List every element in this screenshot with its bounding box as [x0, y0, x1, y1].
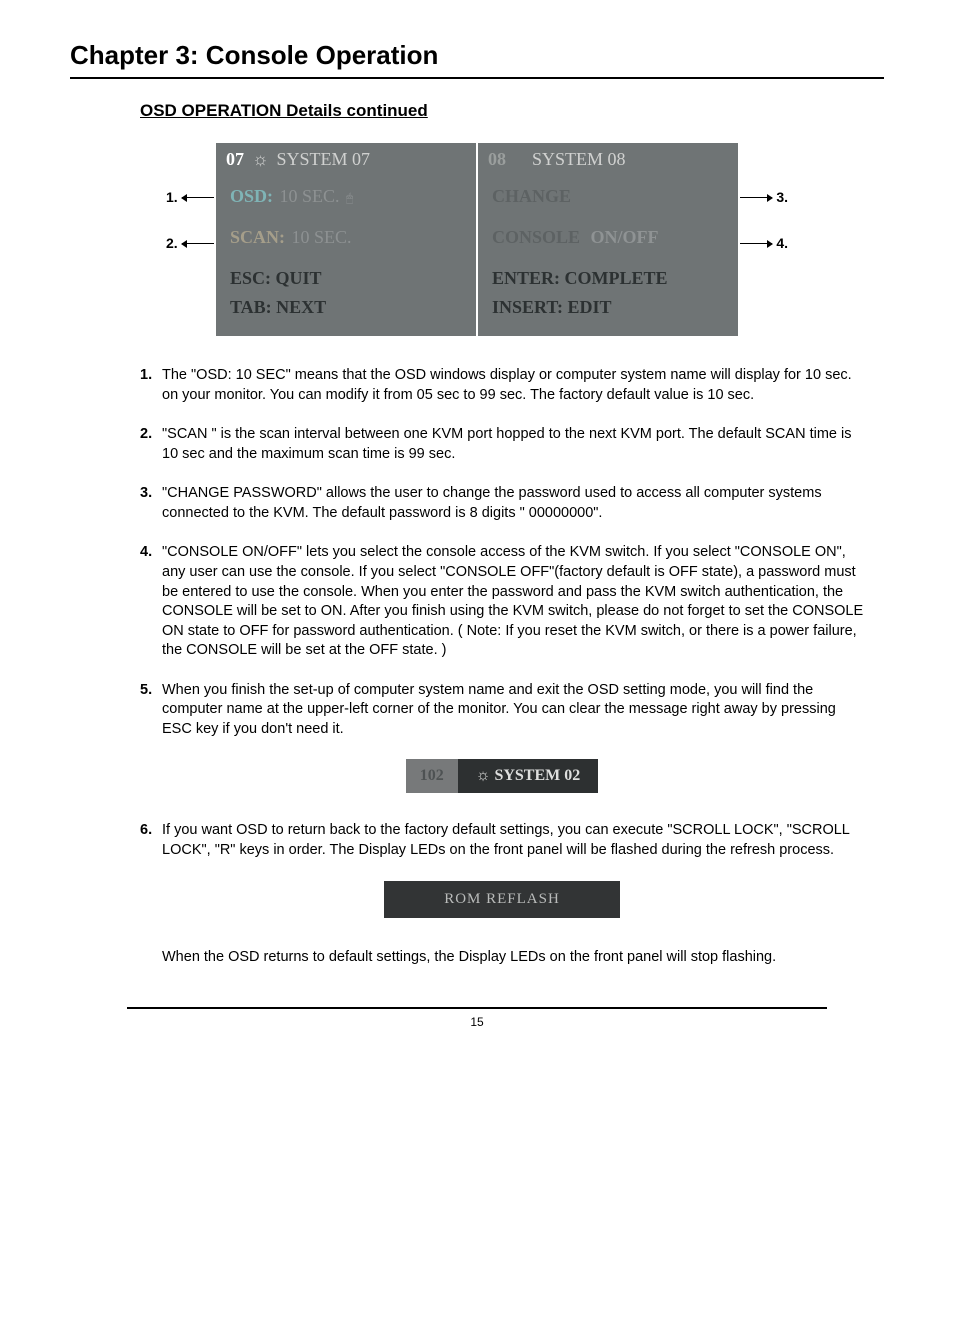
enter-complete: ENTER: COMPLETE: [478, 258, 738, 293]
callout-1: 1.: [166, 189, 214, 205]
list-item: 4. "CONSOLE ON/OFF" lets you select the …: [140, 543, 864, 660]
page-number: 15: [470, 1015, 483, 1029]
list-text: If you want OSD to return back to the fa…: [162, 821, 864, 860]
list-text: The "OSD: 10 SEC" means that the OSD win…: [162, 366, 864, 405]
small-osd-num: 102: [406, 759, 458, 793]
list-item: 2. "SCAN " is the scan interval between …: [140, 425, 864, 464]
list-num: 2.: [140, 425, 162, 464]
content-body: 1. The "OSD: 10 SEC" means that the OSD …: [140, 366, 864, 967]
callout-4: 4.: [740, 235, 788, 251]
rom-reflash-box: ROM REFLASH: [384, 881, 620, 918]
osd-right-header: SYSTEM 08: [532, 149, 626, 170]
insert-edit: INSERT: EDIT: [478, 293, 738, 326]
mouse-icon: 🖱: [346, 191, 353, 205]
list-num: 1.: [140, 366, 162, 405]
callout-2: 2.: [166, 235, 214, 251]
list-item: 3. "CHANGE PASSWORD" allows the user to …: [140, 484, 864, 523]
section-heading: OSD OPERATION Details continued: [140, 101, 884, 121]
osd-right-num: 08: [488, 149, 506, 170]
callout-3: 3.: [740, 189, 788, 205]
sun-icon: ☼: [252, 149, 269, 170]
page-footer: 15: [127, 1007, 827, 1029]
scan-value: 10 SEC.: [292, 227, 352, 247]
list-text: "SCAN " is the scan interval between one…: [162, 425, 864, 464]
list-item: 5. When you finish the set-up of compute…: [140, 681, 864, 740]
list-num: 5.: [140, 681, 162, 740]
osd-screenshot: 1. 2. 07 ☼ SYSTEM 07 OSD: 10 SEC. 🖱 SCAN…: [70, 143, 884, 336]
osd-left-header: SYSTEM 07: [277, 149, 371, 170]
tab-next: TAB: NEXT: [216, 293, 476, 326]
list-text: "CHANGE PASSWORD" allows the user to cha…: [162, 484, 864, 523]
osd-left-num: 07: [226, 149, 244, 170]
console-label: CONSOLE: [492, 227, 580, 247]
chapter-title: Chapter 3: Console Operation: [70, 40, 884, 79]
list-text: "CONSOLE ON/OFF" lets you select the con…: [162, 543, 864, 660]
osd-right-panel: 08 SYSTEM 08 CHANGE CONSOLE ON/OFF ENTER…: [478, 143, 738, 336]
list-item: 1. The "OSD: 10 SEC" means that the OSD …: [140, 366, 864, 405]
small-osd-text: ☼SYSTEM 02: [458, 759, 598, 793]
list-num: 6.: [140, 821, 162, 860]
esc-quit: ESC: QUIT: [216, 258, 476, 293]
scan-label: SCAN:: [230, 227, 285, 247]
rom-figure: ROM REFLASH: [140, 881, 864, 918]
closing-text: When the OSD returns to default settings…: [162, 948, 864, 968]
small-osd-figure: 102 ☼SYSTEM 02: [140, 759, 864, 793]
list-text: When you finish the set-up of computer s…: [162, 681, 864, 740]
list-num: 4.: [140, 543, 162, 660]
osd-label: OSD:: [230, 186, 273, 206]
list-item: 6. If you want OSD to return back to the…: [140, 821, 864, 860]
sun-icon: ☼: [476, 767, 491, 785]
osd-value: 10 SEC.: [280, 186, 340, 206]
list-num: 3.: [140, 484, 162, 523]
osd-left-panel: 07 ☼ SYSTEM 07 OSD: 10 SEC. 🖱 SCAN: 10 S…: [216, 143, 476, 336]
console-value: ON/OFF: [591, 227, 659, 247]
change-label: CHANGE: [492, 186, 571, 206]
